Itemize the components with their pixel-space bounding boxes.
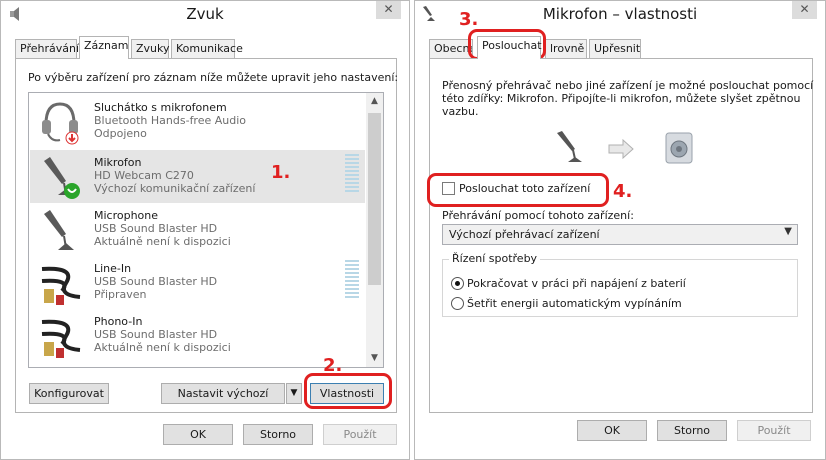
tab-sounds[interactable]: Zvuky [131,39,170,58]
close-icon: ✕ [799,2,810,16]
description-line: Přenosný přehrávač nebo jiné zařízení je… [442,79,814,92]
device-status: Aktuálně není k dispozici [94,235,231,248]
power-radio-continue[interactable] [451,277,464,290]
list-item[interactable]: Phono-In USB Sound Blaster HD Aktuálně n… [30,309,365,362]
power-option-label[interactable]: Šetřit energii automatickým vypínáním [467,297,682,310]
configure-button[interactable]: Konfigurovat [29,383,109,404]
close-button[interactable]: ✕ [792,1,817,19]
microphone-icon [44,157,80,199]
speaker-icon [665,132,693,164]
microphone-icon [44,210,74,250]
close-button[interactable]: ✕ [376,1,401,19]
description: Přenosný přehrávač nebo jiné zařízení je… [442,79,813,118]
set-default-button[interactable]: Nastavit výchozí [161,383,285,404]
device-list[interactable]: Sluchátko s mikrofonem Bluetooth Hands-f… [28,92,384,368]
list-item[interactable]: Line-In USB Sound Blaster HD Připraven [30,256,365,309]
window-title: Zvuk [186,5,224,23]
tab-general[interactable]: Obecne [429,39,473,58]
vertical-scrollbar[interactable]: ▲ ▼ [366,93,383,367]
power-radio-save[interactable] [451,297,464,310]
device-driver: USB Sound Blaster HD [94,275,218,288]
device-driver: HD Webcam C270 [94,169,194,182]
arrow-right-icon [608,139,634,159]
playback-device-value: Výchozí přehrávací zařízení [449,228,600,241]
device-name: Sluchátko s mikrofonem [94,101,227,114]
rca-cable-icon [41,319,81,358]
set-default-dropdown[interactable]: ▼ [286,383,302,404]
playback-device-label: Přehrávání pomocí tohoto zařízení: [442,209,634,222]
ok-button[interactable]: OK [577,420,647,441]
description-line: této zdířky: Mikrofon. Připojíte-li mikr… [442,92,801,105]
description-line: vazbu. [442,105,479,118]
highlight-ring [304,373,392,409]
tab-playback[interactable]: Přehrávání [15,39,79,58]
chevron-down-icon: ▼ [290,388,298,398]
device-name: Line-In [94,262,132,275]
device-driver: Bluetooth Hands-free Audio [94,114,247,127]
device-status: Odpojeno [94,127,147,140]
device-name: Microphone [94,209,159,222]
close-icon: ✕ [383,2,394,16]
list-item[interactable]: Mikrofon HD Webcam C270 Výchozí komunika… [30,150,365,203]
list-item[interactable]: Sluchátko s mikrofonem Bluetooth Hands-f… [30,95,365,148]
title-bar: Zvuk ✕ [1,1,409,28]
sound-dialog: Zvuk ✕ Přehrávání Záznam Zvuky Komunikac… [0,0,410,460]
instruction-text: Po výběru zařízení pro záznam níže můžet… [28,71,399,84]
device-status: Připraven [94,288,147,301]
tab-listen[interactable]: Poslouchat [477,36,542,59]
annotation-3: 3. [459,9,479,30]
playback-device-select[interactable]: Výchozí přehrávací zařízení ▼ [442,224,798,245]
device-driver: USB Sound Blaster HD [94,328,218,341]
apply-button[interactable]: Použít [323,424,397,445]
scroll-up-icon[interactable]: ▲ [366,93,383,110]
chevron-down-icon: ▼ [784,226,792,237]
device-name: Mikrofon [94,156,142,169]
cancel-button[interactable]: Storno [657,420,727,441]
tab-communications[interactable]: Komunikace [171,39,243,58]
scroll-down-icon[interactable]: ▼ [366,350,383,367]
device-status: Výchozí komunikační zařízení [94,182,256,195]
power-group-title: Řízení spotřeby [449,252,541,265]
mic-properties-dialog: Mikrofon – vlastnosti ✕ Obecne Posloucha… [414,0,826,460]
level-meter [345,154,359,194]
tab-advanced[interactable]: Upřesnit [589,39,641,58]
level-meter [345,260,359,300]
tab-recording[interactable]: Záznam [79,36,129,59]
highlight-ring [427,173,609,207]
device-driver: USB Sound Blaster HD [94,222,218,235]
rca-cable-icon [41,266,81,305]
cancel-button[interactable]: Storno [243,424,313,445]
headset-icon [42,102,79,145]
power-option-label[interactable]: Pokračovat v práci při napájení z bateri… [467,277,686,290]
scroll-thumb[interactable] [368,113,381,285]
tab-levels[interactable]: lrovně [545,39,587,58]
apply-button[interactable]: Použít [737,420,811,441]
annotation-4: 4. [613,181,633,202]
microphone-icon [557,131,582,162]
list-item[interactable]: Microphone USB Sound Blaster HD Aktuálně… [30,203,365,256]
annotation-1: 1. [271,162,291,183]
device-status: Aktuálně není k dispozici [94,341,231,354]
device-name: Phono-In [94,315,143,328]
ok-button[interactable]: OK [163,424,233,445]
